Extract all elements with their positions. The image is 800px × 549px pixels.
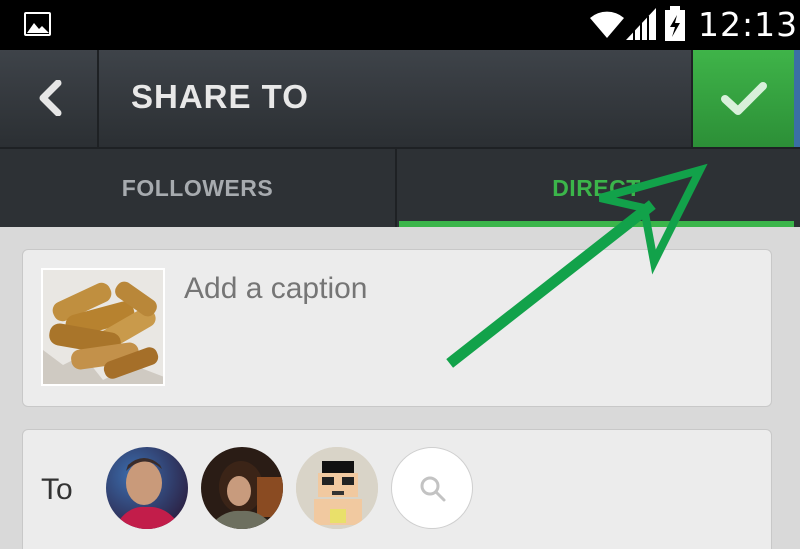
recipients-card: To: [22, 429, 772, 549]
recipient-avatar[interactable]: [106, 447, 188, 529]
checkmark-icon: [721, 82, 767, 115]
tab-direct[interactable]: DIRECT: [399, 149, 794, 227]
search-icon: [420, 476, 446, 502]
active-tab-indicator: [399, 221, 794, 227]
gallery-icon: [24, 12, 51, 36]
header-bar: SHARE TO: [0, 50, 800, 147]
caption-input[interactable]: [184, 272, 744, 306]
tab-followers[interactable]: FOLLOWERS: [0, 149, 397, 227]
signal-icon: [626, 8, 656, 40]
photo-thumbnail: [41, 268, 165, 386]
header-edge: [794, 50, 800, 147]
status-bar: 12:13: [0, 0, 800, 50]
battery-charging-icon: [665, 6, 685, 41]
status-time: 12:13: [698, 5, 799, 44]
wifi-icon: [590, 11, 624, 38]
search-recipient-button[interactable]: [391, 447, 473, 529]
page-title: SHARE TO: [131, 78, 309, 115]
back-button[interactable]: [0, 50, 99, 147]
chevron-left-icon: [39, 80, 62, 116]
caption-card: [22, 249, 772, 407]
to-label: To: [41, 473, 73, 506]
share-tabs: FOLLOWERS DIRECT: [0, 147, 800, 227]
recipient-avatar[interactable]: [201, 447, 283, 529]
recipient-avatar[interactable]: [296, 447, 378, 529]
confirm-button[interactable]: [691, 50, 794, 147]
